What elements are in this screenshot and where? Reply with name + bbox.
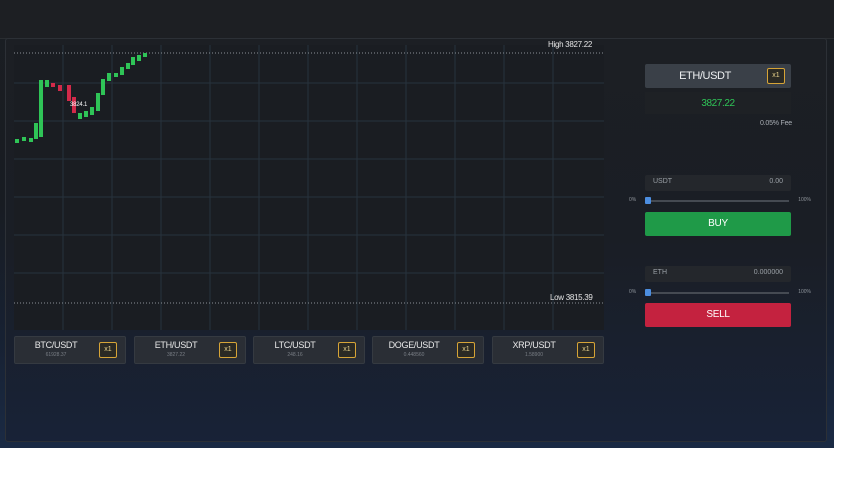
candle (45, 80, 49, 87)
selected-pair-price: 3827.22 (701, 98, 735, 109)
candle (22, 137, 26, 141)
sell-amount-value: 0.000000 (753, 269, 783, 276)
price-chart[interactable]: High 3827.22 Low 3815.39 3824.1 (14, 40, 604, 330)
market-pair: BTC/USDT (34, 340, 78, 350)
market-price: 0.448560 (403, 352, 425, 358)
market-pair: ETH/USDT (154, 340, 198, 350)
candle (51, 83, 55, 87)
multiplier-badge[interactable]: x1 (767, 68, 785, 84)
candle (90, 107, 94, 115)
sell-percent-slider[interactable]: 0% 100% (629, 288, 815, 298)
candle (78, 113, 82, 119)
selected-pair-selector[interactable]: ETH/USDT x1 (645, 64, 791, 88)
candle (67, 85, 71, 101)
candle (29, 138, 33, 142)
candle (15, 139, 19, 143)
multiplier-badge[interactable]: x1 (99, 342, 117, 358)
candle (84, 111, 88, 117)
candle (137, 55, 141, 61)
multiplier-badge[interactable]: x1 (457, 342, 475, 358)
slider-max-label: 100% (798, 289, 811, 295)
multiplier-badge[interactable]: x1 (338, 342, 356, 358)
market-pair: XRP/USDT (512, 340, 556, 350)
top-bar (0, 0, 834, 39)
market-pair: DOGE/USDT (388, 340, 440, 350)
candle (101, 79, 105, 95)
candle (131, 57, 135, 65)
high-price-label: High 3827.22 (548, 40, 592, 49)
market-tab-ltc[interactable]: LTC/USDT 248.16 x1 (253, 336, 365, 364)
slider-handle[interactable] (645, 197, 651, 204)
low-price-label: Low 3815.39 (550, 293, 593, 302)
sell-currency-label: ETH (653, 269, 667, 276)
candle (39, 80, 43, 137)
market-tab-doge[interactable]: DOGE/USDT 0.448560 x1 (372, 336, 484, 364)
slider-handle[interactable] (645, 289, 651, 296)
candle (34, 123, 38, 139)
current-price-tag: 3824.1 (70, 102, 88, 108)
market-price: 1.58900 (524, 352, 544, 358)
slider-min-label: 0% (629, 197, 637, 203)
candle (143, 53, 147, 57)
slider-track[interactable] (645, 292, 789, 294)
slider-min-label: 0% (629, 289, 637, 295)
slider-max-label: 100% (798, 197, 811, 203)
sell-amount-field[interactable]: ETH 0.000000 (645, 266, 791, 282)
market-price: 248.16 (287, 352, 303, 358)
trading-app: High 3827.22 Low 3815.39 3824.1 BTC/USDT… (0, 0, 834, 448)
sell-button[interactable]: SELL (645, 303, 791, 327)
candle (107, 73, 111, 81)
market-tab-btc[interactable]: BTC/USDT 61928.37 x1 (14, 336, 126, 364)
multiplier-badge[interactable]: x1 (577, 342, 595, 358)
market-tab-eth[interactable]: ETH/USDT 3827.22 x1 (134, 336, 246, 364)
buy-amount-field[interactable]: USDT 0.00 (645, 175, 791, 191)
buy-button[interactable]: BUY (645, 212, 791, 236)
candle (96, 93, 100, 111)
fee-label: 0.05% Fee (759, 120, 792, 127)
candle (126, 63, 130, 69)
chart-canvas (14, 45, 604, 330)
market-price: 61928.37 (45, 352, 67, 358)
candle (114, 73, 118, 77)
market-price: 3827.22 (166, 352, 186, 358)
multiplier-badge[interactable]: x1 (219, 342, 237, 358)
buy-currency-label: USDT (653, 178, 673, 185)
candle (120, 67, 124, 75)
market-tab-xrp[interactable]: XRP/USDT 1.58900 x1 (492, 336, 604, 364)
selected-pair-name: ETH/USDT (679, 70, 731, 82)
buy-percent-slider[interactable]: 0% 100% (629, 196, 815, 206)
market-pair: LTC/USDT (274, 340, 316, 350)
selected-pair-price-box: 3827.22 (645, 92, 791, 114)
slider-track[interactable] (645, 200, 789, 202)
buy-amount-value: 0.00 (769, 178, 783, 185)
candle (58, 85, 62, 91)
